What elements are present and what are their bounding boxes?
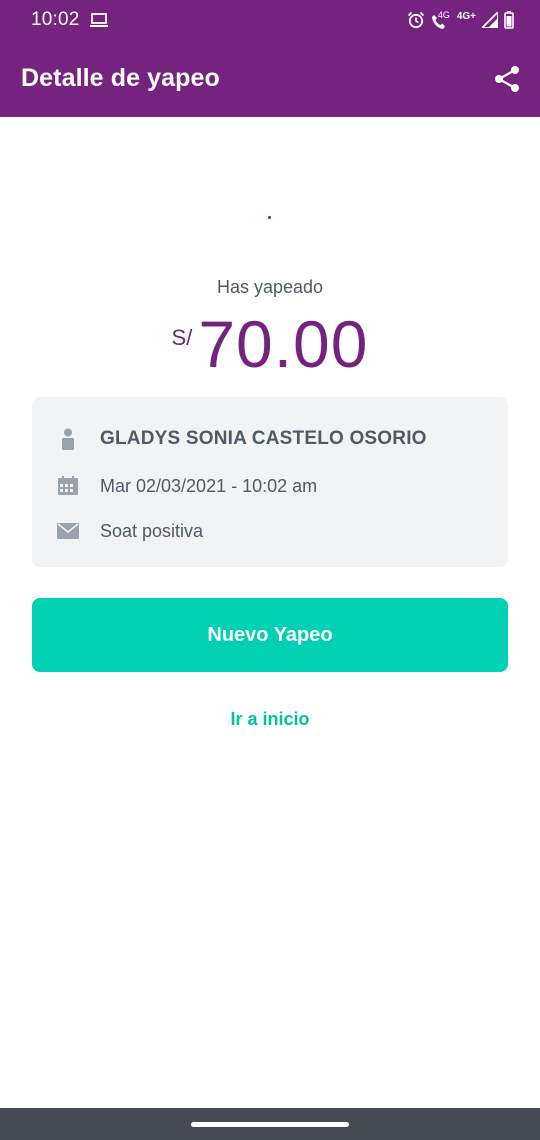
network-label-2: 4G+ <box>456 11 476 22</box>
battery-icon <box>504 11 514 29</box>
status-icons: 4G 4G+ <box>407 8 514 32</box>
go-home-link[interactable]: Ir a inicio <box>0 709 540 730</box>
signal-icon <box>482 12 498 28</box>
recipient-name: GLADYS SONIA CASTELO OSORIO <box>100 428 427 449</box>
transaction-date: Mar 02/03/2021 - 10:02 am <box>100 475 318 496</box>
recipient-row: GLADYS SONIA CASTELO OSORIO <box>32 425 508 453</box>
share-icon[interactable] <box>494 65 520 93</box>
home-indicator[interactable] <box>191 1122 349 1127</box>
navigation-bar <box>0 1108 540 1140</box>
laptop-icon <box>90 13 108 27</box>
envelope-icon <box>57 520 79 542</box>
app-bar: Detalle de yapeo <box>0 40 540 117</box>
message-row: Soat positiva <box>32 517 508 545</box>
amount-row: S/ 70.00 <box>0 308 540 388</box>
volte-call-icon: 4G <box>431 10 451 30</box>
alarm-icon <box>407 11 424 29</box>
transaction-message: Soat positiva <box>100 520 204 541</box>
summary-label: Has yapeado <box>216 277 324 297</box>
person-icon <box>57 428 79 450</box>
network-label-1: 4G <box>437 10 450 20</box>
date-row: Mar 02/03/2021 - 10:02 am <box>32 472 508 500</box>
status-bar: 10:02 4G 4G+ <box>0 0 540 40</box>
status-time: 10:02 <box>31 9 80 30</box>
amount-value: 70.00 <box>198 307 369 381</box>
loading-dot <box>268 216 271 219</box>
page-title: Detalle de yapeo <box>21 64 220 92</box>
new-yapeo-button[interactable]: Nuevo Yapeo <box>32 598 508 672</box>
details-card: GLADYS SONIA CASTELO OSORIO Mar 02/03/20… <box>32 397 508 567</box>
calendar-icon <box>57 475 79 497</box>
screen: 10:02 4G 4G+ Detalle de yapeo Has yapead… <box>0 0 540 1140</box>
currency-symbol: S/ <box>171 325 193 350</box>
